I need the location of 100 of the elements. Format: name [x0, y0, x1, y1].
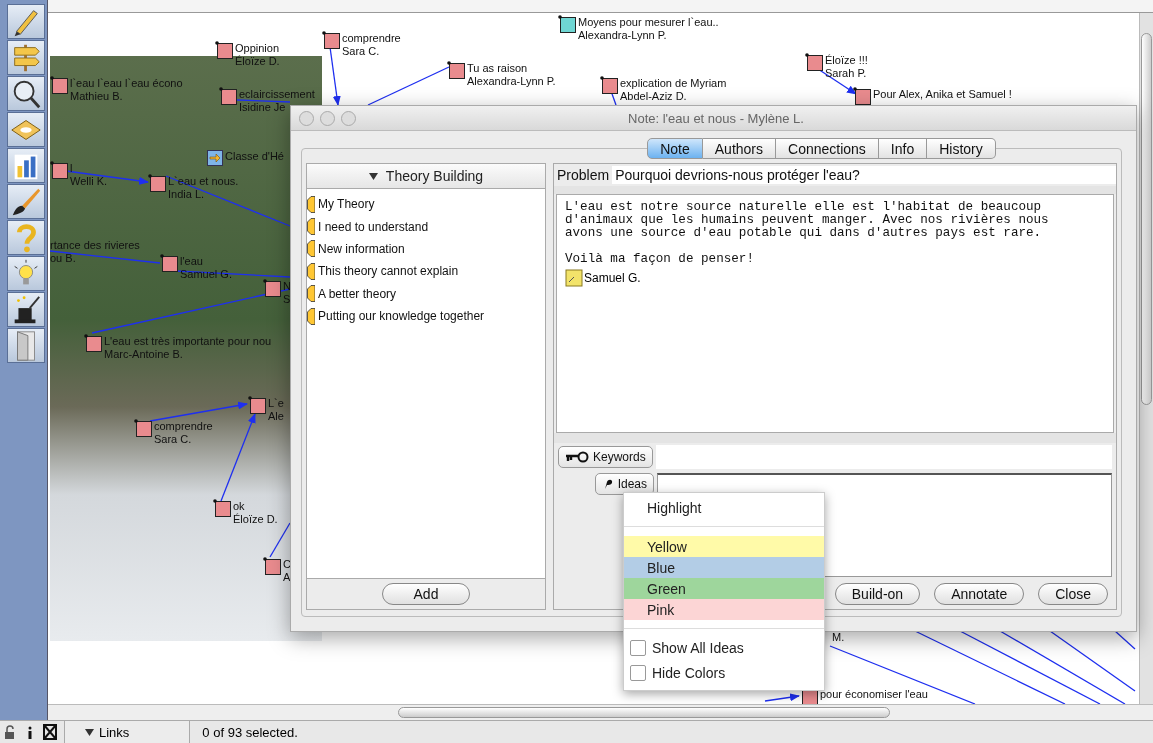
note-icon [565, 269, 583, 287]
scaffold-icon [307, 240, 315, 258]
scaffold-item[interactable]: This theory cannot explain [307, 260, 545, 283]
scaffold-item[interactable]: New information [307, 237, 545, 261]
tab[interactable]: Info [878, 138, 928, 159]
note-author: Ale [268, 410, 284, 423]
action-button[interactable]: Annotate [934, 583, 1025, 605]
tab[interactable]: Authors [702, 138, 777, 159]
note-author: Éloïze D. [233, 513, 278, 526]
note-icon[interactable] [50, 161, 68, 179]
note-icon[interactable] [853, 87, 871, 105]
action-button[interactable]: Close [1038, 583, 1108, 605]
note-author: Isidine Je [239, 101, 287, 114]
note-author: Sarah P. [825, 67, 868, 80]
note-title[interactable]: comprendre [154, 420, 213, 433]
note-author: Welli K. [70, 175, 108, 188]
note-title[interactable]: Oppinion [235, 42, 280, 55]
arrow-icon[interactable] [207, 150, 223, 166]
problem-field[interactable]: Pourquoi devrions-nous protéger l'eau? [612, 166, 1116, 184]
note-icon[interactable] [148, 174, 166, 192]
note-icon[interactable] [447, 61, 465, 79]
note-title[interactable]: C [283, 558, 291, 571]
note-author: Abdel-Aziz D. [620, 90, 688, 103]
note-icon[interactable] [805, 53, 823, 71]
note-author: Sara C. [154, 433, 193, 446]
note-icon[interactable] [322, 31, 340, 49]
caret-icon [85, 728, 94, 736]
scaffold-item[interactable]: I need to understand [307, 215, 545, 238]
note-icon[interactable] [215, 41, 233, 59]
scaffold-dropdown[interactable]: Theory Building [307, 164, 545, 189]
note-author: S [283, 293, 291, 306]
note-icon[interactable] [248, 396, 266, 414]
tab[interactable]: Note [647, 138, 703, 159]
scaffold-item[interactable]: A better theory [307, 282, 545, 305]
menu-item[interactable]: Pink [624, 599, 824, 620]
note-title[interactable]: Pour Alex, Anika et Samuel ! [873, 88, 1012, 101]
note-text-area[interactable] [556, 194, 1114, 433]
note-author: India L. [168, 188, 206, 201]
vertical-scrollbar[interactable] [1139, 13, 1153, 704]
scaffold-item[interactable]: My Theory [307, 193, 545, 216]
note-title[interactable]: comprendre [342, 32, 401, 45]
view-dropdown[interactable]: Links [64, 721, 191, 743]
window-title: Note: l'eau et nous - Mylène L. [627, 110, 805, 126]
caret-icon [368, 172, 378, 180]
toolbar-button[interactable] [6, 292, 45, 327]
keywords-button[interactable]: Keywords [558, 446, 653, 468]
note-author: Marc-Antoine B. [104, 348, 184, 361]
tab[interactable]: Connections [776, 138, 879, 159]
menu-item[interactable]: Yellow [624, 536, 824, 557]
checkbox-label: Show All Ideas [652, 639, 744, 656]
note-icon[interactable] [50, 76, 68, 94]
scaffold-item[interactable]: Putting our knowledge together [307, 304, 545, 328]
scaffold-icon [307, 262, 315, 280]
checkbox[interactable] [630, 639, 646, 656]
note-author: Alexandra-Lynn P. [467, 75, 556, 88]
ideas-button[interactable]: Ideas [594, 473, 654, 495]
note-author: Mathieu B. [70, 90, 124, 103]
note-title[interactable]: Moyens pour mesurer l`eau.. [578, 16, 719, 29]
reference-chip[interactable]: Samuel G. [565, 269, 1105, 287]
note-icon[interactable] [558, 15, 576, 33]
note-paragraph: Voilà ma façon de penser! [565, 253, 755, 266]
note-icon[interactable] [160, 254, 178, 272]
horizontal-scrollbar[interactable] [48, 704, 1153, 720]
menu-item[interactable]: Blue [624, 557, 824, 578]
checkbox[interactable] [630, 664, 646, 681]
note-icon[interactable] [219, 87, 237, 105]
note-title[interactable]: explication de Myriam [620, 77, 727, 90]
tab[interactable]: History [927, 138, 996, 159]
note-title[interactable]: Tu as raison [467, 62, 556, 75]
note-title[interactable]: ok [233, 500, 278, 513]
selection-count: 0 of 93 selected. [202, 724, 298, 740]
toolbar-button[interactable] [6, 184, 45, 219]
note-icon[interactable] [213, 499, 231, 517]
note-author: A [283, 571, 291, 584]
cross-box-icon[interactable] [43, 724, 57, 740]
checkbox-label: Hide Colors [652, 664, 726, 681]
note-author: Alexandra-Lynn P. [578, 29, 668, 42]
note-icon[interactable] [84, 334, 102, 352]
lock-icon[interactable] [3, 724, 17, 740]
note-icon[interactable] [600, 76, 618, 94]
scaffold-icon [307, 218, 315, 236]
note-title[interactable]: Éloïze !!! [825, 54, 868, 67]
menu-heading: Highlight [646, 499, 703, 518]
note-title[interactable]: M. [832, 631, 845, 644]
action-button[interactable]: Build-on [834, 583, 921, 605]
note-icon[interactable] [263, 279, 281, 297]
key-icon [565, 451, 589, 463]
menu-item[interactable]: Green [624, 578, 824, 599]
note-author: Sara C. [342, 45, 381, 58]
note-author: ou B. [50, 252, 77, 265]
toolbar-button[interactable] [6, 76, 45, 111]
add-button[interactable]: Add [382, 583, 470, 605]
scaffold-icon [307, 195, 315, 213]
note-icon[interactable] [263, 557, 281, 575]
note-author: Éloïze D. [235, 55, 280, 68]
scaffold-icon [307, 285, 315, 303]
scaffold-icon [307, 307, 315, 325]
note-paragraph: L'eau est notre source naturelle elle est l'habitat de beaucoup d'animaux que les humains peuvent manger. Avec nos rivières nous avons une source d'eau potable qui dans d'autres pays est rare. [565, 201, 1050, 240]
note-title[interactable]: pour économiser l'eau [820, 688, 928, 701]
note-icon[interactable] [134, 419, 152, 437]
